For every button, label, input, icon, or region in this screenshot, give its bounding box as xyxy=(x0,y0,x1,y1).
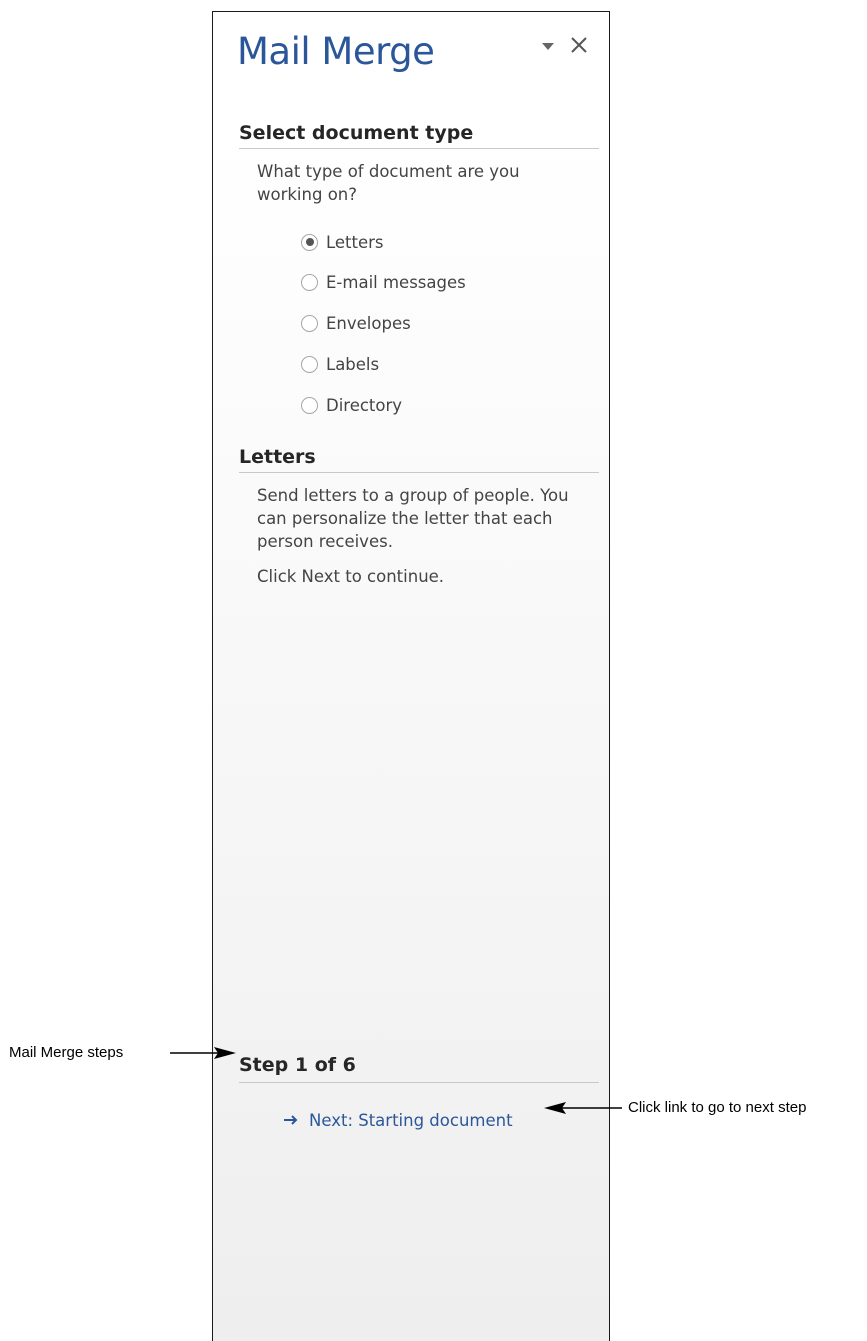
radio-label: E-mail messages xyxy=(326,272,466,292)
close-icon[interactable] xyxy=(568,34,590,56)
radio-button[interactable] xyxy=(301,396,318,414)
pane-title: Mail Merge xyxy=(237,30,435,73)
document-type-question: What type of document are you working on… xyxy=(257,162,520,204)
radio-button[interactable] xyxy=(301,355,318,373)
step-heading: Step 1 of 6 xyxy=(239,1054,599,1083)
next-link-label: Next: Starting document xyxy=(309,1111,513,1130)
next-step-callout: Click link to go to next step xyxy=(628,1099,807,1116)
callout-arrow-icon xyxy=(170,1047,236,1059)
radio-label: Letters xyxy=(326,232,384,252)
radio-button[interactable] xyxy=(301,314,318,332)
letters-instruction: Click Next to continue. xyxy=(257,567,445,586)
radio-labels[interactable]: Labels xyxy=(301,352,379,376)
radio-button[interactable] xyxy=(301,273,318,291)
dropdown-triangle-icon[interactable] xyxy=(539,38,557,54)
callout-arrow-icon xyxy=(544,1102,622,1114)
radio-envelopes[interactable]: Envelopes xyxy=(301,311,411,335)
letters-description: Send letters to a group of people. You c… xyxy=(257,486,569,551)
select-document-type-heading: Select document type xyxy=(239,122,599,149)
radio-letters[interactable]: Letters xyxy=(301,230,384,254)
mail-merge-steps-callout: Mail Merge steps xyxy=(9,1044,124,1061)
mail-merge-pane: Mail Merge Select document type What typ… xyxy=(212,11,610,1341)
radio-label: Envelopes xyxy=(326,313,411,333)
radio-label: Directory xyxy=(326,395,403,415)
radio-email-messages[interactable]: E-mail messages xyxy=(301,270,466,294)
radio-button-checked[interactable] xyxy=(301,233,318,251)
next-starting-document-link[interactable]: Next: Starting document xyxy=(283,1111,513,1130)
radio-directory[interactable]: Directory xyxy=(301,393,402,417)
letters-heading: Letters xyxy=(239,446,599,473)
radio-label: Labels xyxy=(326,354,380,374)
right-arrow-icon xyxy=(283,1111,299,1130)
